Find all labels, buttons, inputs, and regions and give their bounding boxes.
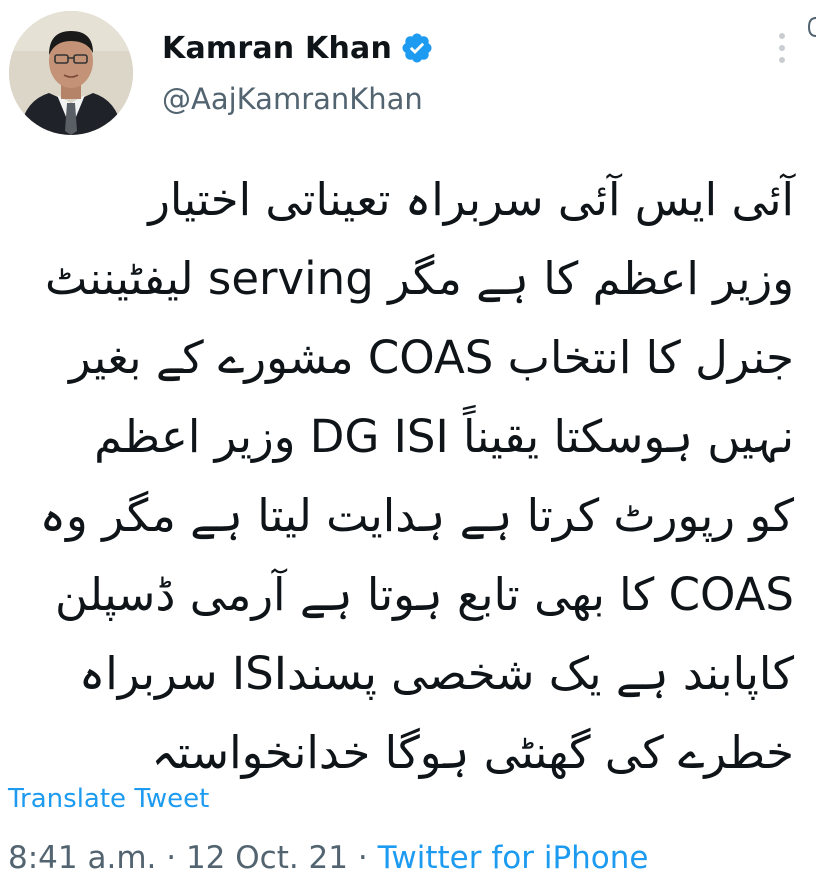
author-display-name[interactable]: Kamran Khan [162, 31, 392, 66]
tweet-text-line: خطرے کی گھنٹی ہوگا خدانخواستہ [151, 726, 794, 779]
tweet-metadata: 8:41 a.m. · 12 Oct. 21 · Twitter for iPh… [8, 840, 648, 876]
tweet-text-line: COAS کا بھی تابع ہوتا ہے آرمی ڈسپلن [54, 568, 794, 621]
avatar-photo [9, 11, 133, 135]
tweet-text-line: کو رپورٹ کرتا ہے ہدایت لیتا ہے مگر وہ [39, 489, 794, 542]
meta-separator: · [166, 840, 177, 876]
avatar[interactable] [9, 11, 133, 135]
tweet-text-line: وزیر اعظم کا ہے مگر serving لیفٹیننٹ [45, 252, 794, 305]
more-vertical-icon[interactable] [776, 30, 788, 66]
tweet-text-line: کاپابند ہے یک شخصی پسندISI سربراہ [78, 647, 794, 700]
tweet-source-link[interactable]: Twitter for iPhone [378, 840, 649, 876]
translate-tweet-link[interactable]: Translate Tweet [8, 784, 209, 814]
tweet-time[interactable]: 8:41 a.m. [8, 840, 156, 876]
tweet-card: Kamran Khan @AajKamranKhan آئی ایس آئی س… [0, 0, 816, 887]
cropped-edge-icon [807, 16, 816, 38]
tweet-date[interactable]: 12 Oct. 21 [186, 840, 348, 876]
author-name-row[interactable]: Kamran Khan [162, 26, 434, 70]
tweet-text-line: آئی ایس آئی سربراہ تعیناتی اختیار [148, 173, 794, 226]
tweet-text-line: نہیں ہوسکتا یقیناً DG ISI وزیر اعظم [94, 410, 794, 463]
meta-separator: · [357, 840, 368, 876]
tweet-text: آئی ایس آئی سربراہ تعیناتی اختیار وزیر ا… [4, 160, 794, 792]
tweet-text-line: جنرل کا انتخاب COAS مشورے کے بغیر [68, 331, 794, 384]
verified-badge-icon [400, 31, 434, 65]
author-handle[interactable]: @AajKamranKhan [162, 82, 423, 116]
